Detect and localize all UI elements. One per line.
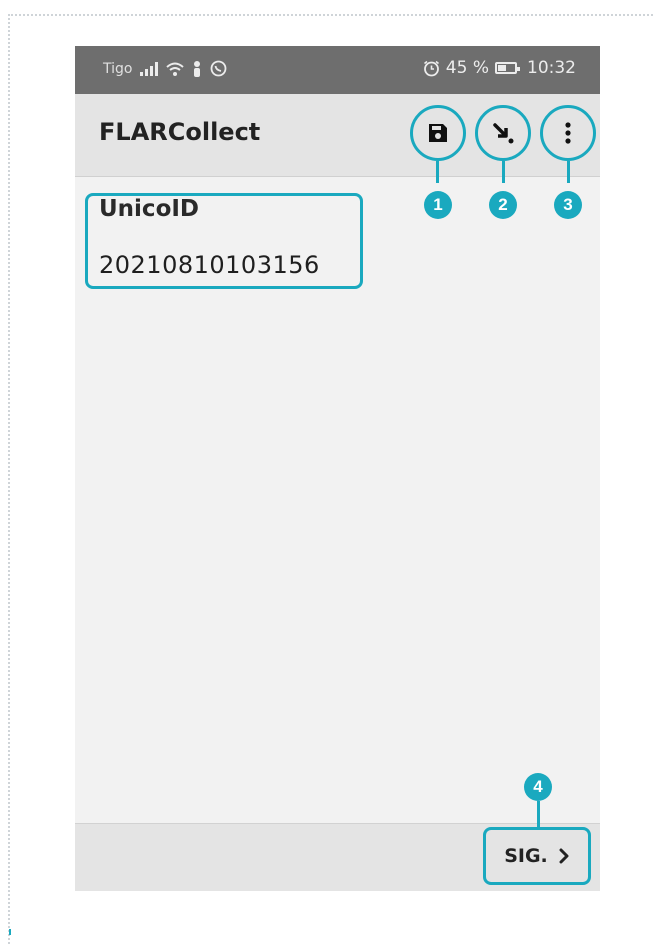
save-button[interactable] (410, 105, 466, 161)
callout-line-1 (436, 161, 439, 183)
callout-line-4 (537, 801, 540, 827)
carrier-name: Tigo (103, 60, 133, 77)
status-bar: Tigo 45 % 10:32 (75, 46, 600, 94)
save-icon (429, 124, 447, 142)
battery-icon (495, 62, 520, 74)
wifi-icon (166, 62, 185, 76)
corner-mark (9, 929, 11, 935)
more-vert-icon (565, 122, 571, 144)
callout-line-3 (567, 161, 570, 183)
field-value: 20210810103156 (99, 251, 320, 279)
callout-badge-3: 3 (554, 191, 582, 219)
callout-badge-4: 4 (524, 773, 552, 801)
clock: 10:32 (527, 58, 576, 78)
callout-line-2 (502, 161, 505, 183)
battery-percent: 45 % (445, 58, 489, 78)
next-button[interactable]: SIG. (483, 827, 591, 885)
callout-badge-1: 1 (424, 191, 452, 219)
import-button[interactable] (475, 105, 531, 161)
person-icon (194, 60, 201, 77)
whatsapp-icon (211, 60, 227, 77)
chevron-right-icon (559, 848, 569, 864)
app-title: FLARCollect (99, 118, 261, 146)
next-button-label: SIG. (504, 845, 548, 867)
signal-icon (140, 61, 159, 76)
arrow-down-right-icon (493, 123, 514, 144)
overflow-menu-button[interactable] (540, 105, 596, 161)
phone-screen: Tigo 45 % 10:32 FLARCollect 1 2 3 UnicoI… (75, 46, 600, 891)
alarm-icon (423, 60, 439, 76)
field-label: UnicoID (99, 196, 200, 222)
callout-badge-2: 2 (489, 191, 517, 219)
